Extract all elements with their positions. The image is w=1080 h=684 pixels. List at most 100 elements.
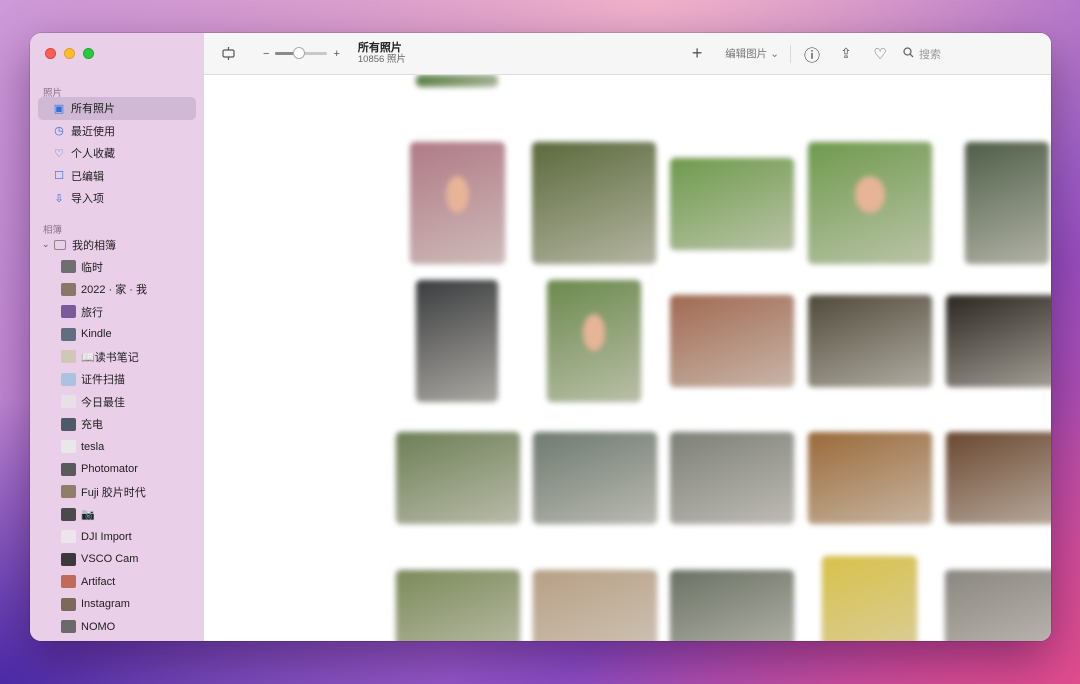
album-item[interactable]: Instagram <box>30 593 204 616</box>
album-label: 充电 <box>81 419 103 432</box>
sidebar-toggle-icon[interactable] <box>219 46 237 61</box>
info-icon[interactable]: ⓘ <box>803 42 821 66</box>
photo-thumbnail[interactable] <box>946 432 1051 524</box>
photo-thumbnail[interactable] <box>396 570 520 641</box>
album-thumbnail <box>61 260 76 274</box>
album-label: 📷 <box>81 508 95 521</box>
search-field[interactable]: 搜索 <box>903 46 941 62</box>
zoom-slider[interactable]: − + <box>263 47 340 60</box>
album-item[interactable]: tesla <box>30 436 204 459</box>
photo-thumbnail[interactable] <box>533 570 657 641</box>
search-icon <box>903 46 914 61</box>
photo-thumbnail[interactable] <box>670 158 794 250</box>
window-controls <box>45 48 94 59</box>
chevron-down-icon: ⌄ <box>770 47 779 60</box>
sidebar-item-favorites[interactable]: ♡ 个人收藏 <box>38 142 196 165</box>
album-item[interactable]: 今日最佳 <box>30 391 204 414</box>
photo-thumbnail[interactable] <box>532 142 656 264</box>
album-item[interactable]: 旅行 <box>30 301 204 324</box>
photo-thumbnail[interactable] <box>808 142 932 264</box>
album-thumbnail <box>61 530 76 544</box>
photo-thumbnail[interactable] <box>670 432 794 524</box>
photo-thumbnail[interactable] <box>670 570 794 641</box>
minimize-button[interactable] <box>64 48 75 59</box>
chevron-down-icon[interactable]: ⌄ <box>42 239 52 250</box>
album-item[interactable]: 充电 <box>30 413 204 436</box>
album-item[interactable]: DJI Import <box>30 526 204 549</box>
album-label: 2022 · 家 · 我 <box>81 284 148 297</box>
share-icon[interactable]: ⇪ <box>837 45 855 62</box>
album-item[interactable]: VSCO Cam <box>30 548 204 571</box>
photo-grid <box>204 75 1051 641</box>
album-thumbnail <box>61 372 76 386</box>
add-button[interactable]: + <box>687 43 707 64</box>
edited-icon: ☐ <box>54 170 64 183</box>
zoom-button[interactable] <box>83 48 94 59</box>
album-label: Kindle <box>81 328 112 341</box>
album-list: 临时 2022 · 家 · 我旅行 Kindle 📖读书笔记证件扫描今日最佳充电 tes… <box>30 256 204 639</box>
album-thumbnail <box>61 462 76 476</box>
album-thumbnail <box>61 417 76 431</box>
album-label: 旅行 <box>81 306 103 319</box>
photo-thumbnail[interactable] <box>946 295 1051 387</box>
zoom-in-button[interactable]: + <box>333 48 339 60</box>
photo-thumbnail[interactable] <box>808 432 932 524</box>
photo-thumbnail[interactable] <box>822 556 917 641</box>
heart-icon[interactable]: ♡ <box>871 45 889 63</box>
album-item[interactable]: Photomator <box>30 458 204 481</box>
photo-thumbnail[interactable] <box>416 280 498 402</box>
title-block: 所有照片 10856 照片 <box>358 42 406 66</box>
album-thumbnail <box>61 395 76 409</box>
sidebar: 照片 ▣ 所有照片 ◷ 最近使用 ♡ 个人收藏 ☐ 已编辑 ⇩ 导入项 相簿 ⌄ 我的相簿 临时 2… <box>30 33 204 641</box>
sidebar-item-imports[interactable]: ⇩ 导入项 <box>38 187 196 210</box>
recents-icon: ◷ <box>54 125 64 138</box>
folder-icon <box>54 239 66 250</box>
album-item[interactable]: NOMO <box>30 616 204 639</box>
album-label: tesla <box>81 440 105 453</box>
sidebar-item-all-photos[interactable]: ▣ 所有照片 <box>38 97 196 120</box>
album-thumbnail <box>61 485 76 499</box>
edit-menu-button[interactable]: 编辑图片 ⌄ <box>725 46 779 61</box>
favorites-icon: ♡ <box>54 147 64 160</box>
photo-thumbnail[interactable] <box>965 142 1049 264</box>
photo-thumbnail[interactable] <box>670 295 794 387</box>
photos-window: 照片 ▣ 所有照片 ◷ 最近使用 ♡ 个人收藏 ☐ 已编辑 ⇩ 导入项 相簿 ⌄ 我的相簿 临时 2… <box>30 33 1051 641</box>
album-label: Fuji 胶片时代 <box>81 486 146 499</box>
album-label: Photomator <box>81 463 138 476</box>
photo-thumbnail[interactable] <box>808 295 932 387</box>
album-item[interactable]: 临时 <box>30 256 204 279</box>
my-albums-label: 我的相簿 <box>72 239 116 252</box>
album-thumbnail <box>61 305 76 319</box>
photo-thumbnail[interactable] <box>945 570 1051 641</box>
album-label: Instagram <box>81 598 130 611</box>
album-item[interactable]: Kindle <box>30 323 204 346</box>
photo-thumbnail[interactable] <box>396 432 520 524</box>
zoom-slider-knob[interactable] <box>292 47 305 59</box>
library-nav: ▣ 所有照片 ◷ 最近使用 ♡ 个人收藏 ☐ 已编辑 ⇩ 导入项 <box>30 97 204 210</box>
album-item[interactable]: 证件扫描 <box>30 368 204 391</box>
zoom-slider-track[interactable] <box>275 47 328 59</box>
album-label: Artifact <box>81 575 116 588</box>
album-thumbnail <box>61 507 76 521</box>
album-item[interactable]: 2022 · 家 · 我 <box>30 278 204 301</box>
album-item[interactable]: 📷 <box>30 503 204 526</box>
sidebar-item-edited[interactable]: ☐ 已编辑 <box>38 165 196 188</box>
album-label: NOMO <box>81 620 116 633</box>
sidebar-item-recents[interactable]: ◷ 最近使用 <box>38 120 196 143</box>
photo-count: 10856 照片 <box>357 53 406 65</box>
close-button[interactable] <box>45 48 56 59</box>
my-albums-group[interactable]: ⌄ 我的相簿 <box>30 234 204 256</box>
zoom-out-button[interactable]: − <box>263 48 269 60</box>
photo-thumbnail[interactable] <box>533 432 657 524</box>
album-label: 证件扫描 <box>81 374 125 387</box>
toolbar: − + 所有照片 10856 照片 + 编辑图片 ⌄ ⓘ ⇪ ♡ 搜索 <box>204 33 1051 75</box>
album-item[interactable]: 📖读书笔记 <box>30 346 204 369</box>
sidebar-item-label: 导入项 <box>71 193 104 206</box>
photo-thumbnail[interactable] <box>410 142 505 264</box>
photo-thumbnail[interactable] <box>416 75 498 87</box>
photo-thumbnail[interactable] <box>547 280 641 402</box>
album-thumbnail <box>61 440 76 454</box>
all-photos-icon: ▣ <box>53 102 65 115</box>
album-item[interactable]: Fuji 胶片时代 <box>30 481 204 504</box>
album-item[interactable]: Artifact <box>30 571 204 594</box>
